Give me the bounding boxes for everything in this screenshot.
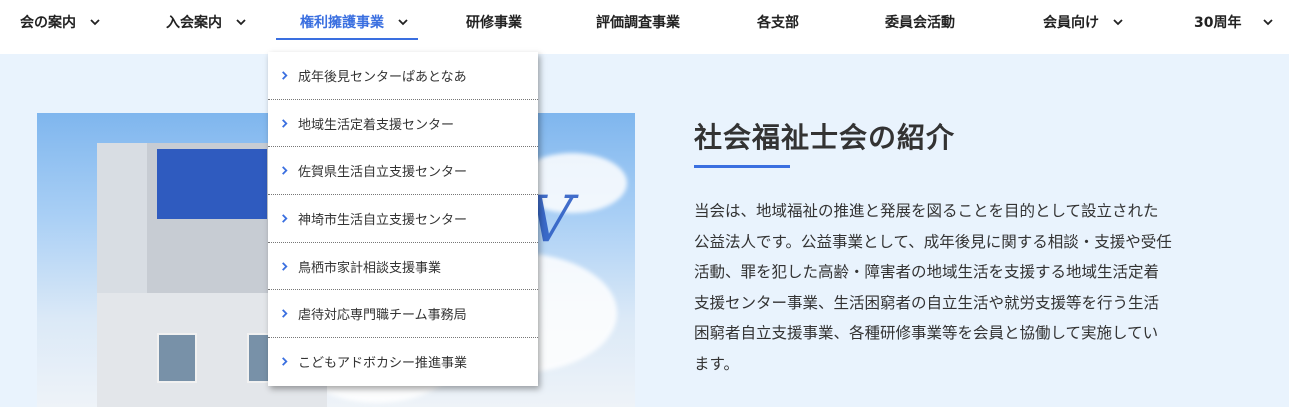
dropdown-item[interactable]: 佐賀県生活自立支援センター — [268, 147, 538, 196]
nav-item-label: 入会案内 — [166, 15, 222, 31]
advocacy-dropdown-menu: 成年後見センターぱあとなあ 地域生活定着支援センター 佐賀県生活自立支援センター… — [268, 52, 538, 386]
intro-paragraph: 当会は、地域福祉の推進と発展を図ることを目的として設立された公益法人です。公益事… — [694, 202, 1172, 373]
chevron-right-icon — [282, 118, 288, 128]
chevron-down-icon — [236, 19, 246, 26]
chevron-down-icon — [1113, 19, 1123, 26]
dropdown-item[interactable]: 成年後見センターぱあとなあ — [268, 52, 538, 100]
nav-item-label: 権利擁護事業 — [300, 15, 384, 31]
dropdown-item-label: こどもアドボカシー推進事業 — [298, 356, 468, 372]
nav-item-join[interactable]: 入会案内 — [166, 0, 246, 44]
dropdown-item-label: 鳥栖市家計相談支援事業 — [298, 260, 442, 276]
nav-item-committees[interactable]: 委員会活動 — [885, 0, 955, 44]
nav-item-about[interactable]: 会の案内 — [20, 0, 100, 44]
main-nav: 会の案内 入会案内 権利擁護事業 研修事業 評価調査事業 各支部 委員会活動 会… — [0, 0, 1289, 54]
chevron-right-icon — [282, 71, 288, 80]
dropdown-item[interactable]: 地域生活定着支援センター — [268, 100, 538, 148]
nav-item-label: 会の案内 — [20, 15, 76, 31]
nav-item-label: 各支部 — [757, 15, 799, 31]
dropdown-item[interactable]: 鳥栖市家計相談支援事業 — [268, 243, 538, 291]
nav-item-label: 研修事業 — [466, 15, 522, 31]
dropdown-item[interactable]: 虐待対応専門職チーム事務局 — [268, 290, 538, 339]
section-title: 社会福祉士会の紹介 — [694, 121, 956, 154]
dropdown-item[interactable]: 神埼市生活自立支援センター — [268, 195, 538, 243]
nav-item-label: 会員向け — [1043, 15, 1099, 31]
dropdown-item-label: 虐待対応専門職チーム事務局 — [298, 308, 467, 324]
nav-item-label: 委員会活動 — [885, 15, 955, 31]
chevron-right-icon — [282, 214, 288, 223]
chevron-down-icon — [90, 19, 100, 26]
nav-item-advocacy[interactable]: 権利擁護事業 — [276, 0, 418, 44]
title-underline — [694, 165, 790, 168]
nav-item-branches[interactable]: 各支部 — [757, 0, 799, 44]
nav-item-label: 評価調査事業 — [596, 15, 680, 31]
dropdown-item-label: 成年後見センターぱあとなあ — [298, 69, 467, 85]
chevron-right-icon — [282, 309, 288, 319]
chevron-right-icon — [282, 166, 288, 175]
chevron-right-icon — [282, 357, 288, 367]
dropdown-item[interactable]: こどもアドボカシー推進事業 — [268, 338, 538, 386]
nav-item-30th-anniversary[interactable]: 30周年 — [1194, 0, 1274, 44]
dropdown-item-label: 佐賀県生活自立支援センター — [298, 165, 468, 181]
nav-item-training[interactable]: 研修事業 — [466, 0, 522, 44]
chevron-down-icon — [1263, 19, 1274, 26]
chevron-right-icon — [282, 261, 288, 271]
nav-item-evaluation[interactable]: 評価調査事業 — [596, 0, 680, 44]
chevron-down-icon — [398, 19, 408, 26]
nav-item-label: 30周年 — [1194, 15, 1242, 31]
nav-item-members[interactable]: 会員向け — [1043, 0, 1123, 44]
dropdown-item-label: 地域生活定着支援センター — [298, 117, 455, 133]
dropdown-item-label: 神埼市生活自立支援センター — [298, 212, 468, 228]
